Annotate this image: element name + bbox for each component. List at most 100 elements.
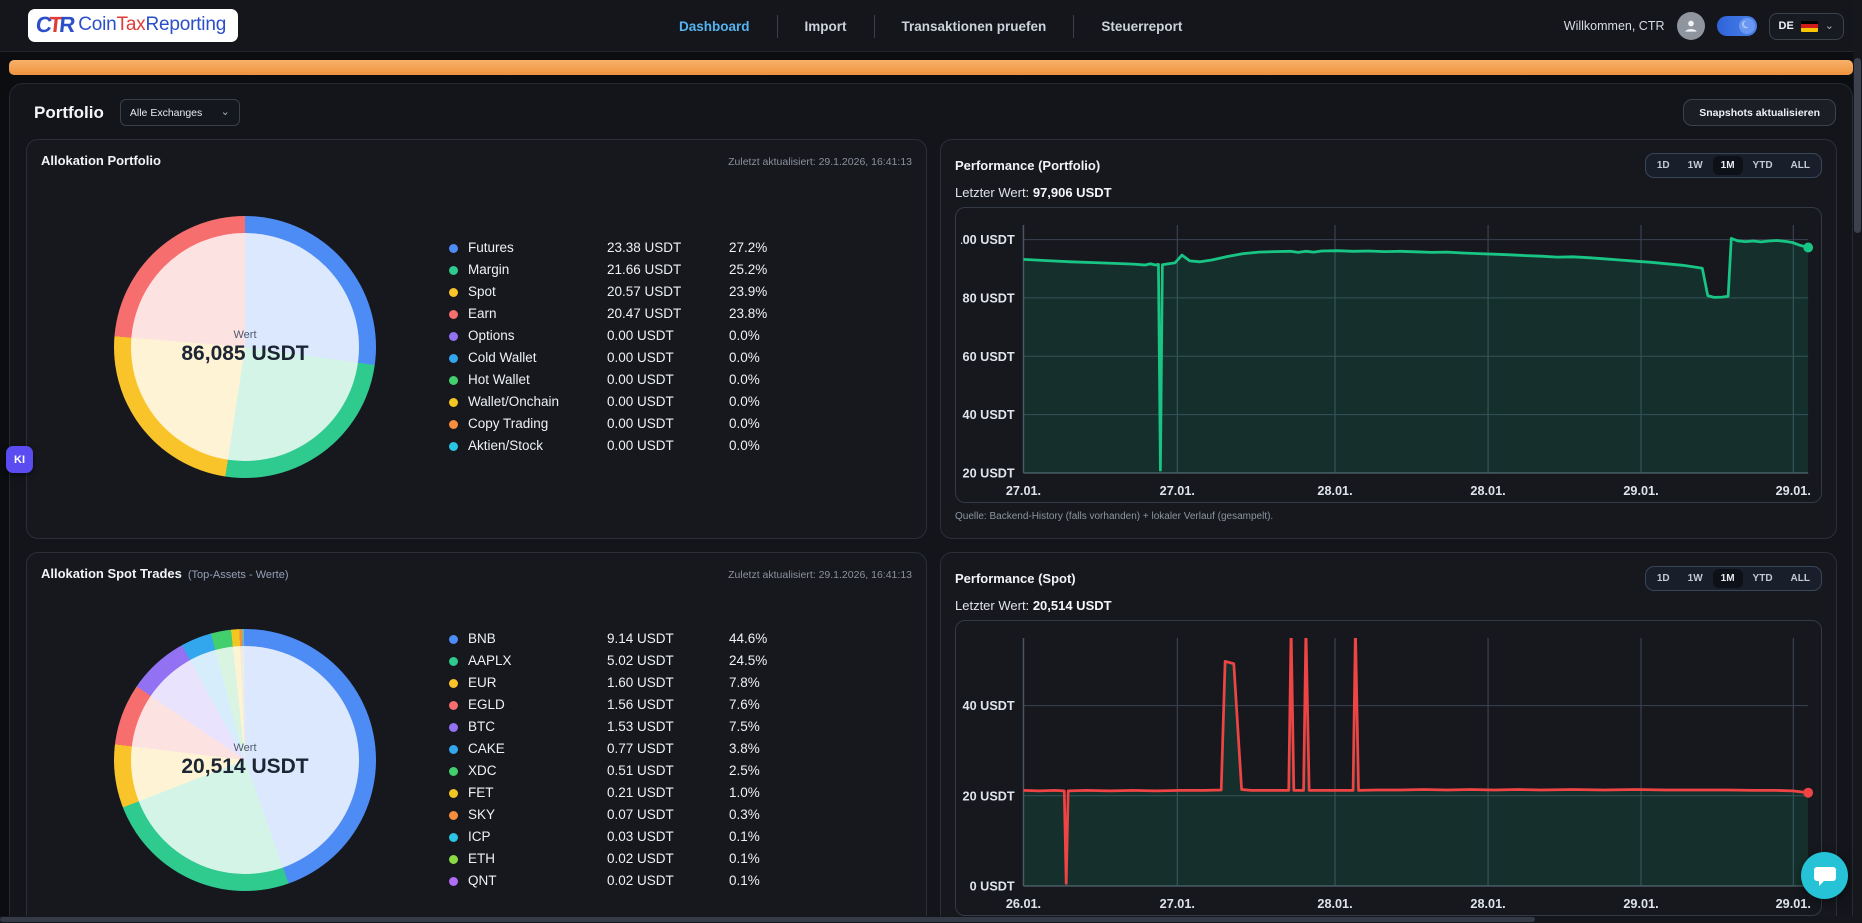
legend-color-dot — [449, 398, 458, 407]
legend-item-btc: BTC1.53 USDT7.5% — [449, 718, 807, 736]
svg-text:27.01.: 27.01. — [1160, 483, 1195, 498]
svg-text:0 USDT: 0 USDT — [970, 878, 1015, 893]
nav-item-transaktionen-pruefen[interactable]: Transaktionen pruefen — [874, 15, 1074, 38]
nav-item-dashboard[interactable]: Dashboard — [652, 15, 777, 38]
legend-percent: 0.0% — [729, 393, 807, 411]
svg-text:28.01.: 28.01. — [1470, 896, 1505, 911]
donut-center-value: 20,514 USDT — [181, 755, 308, 779]
legend-percent: 7.5% — [729, 718, 807, 736]
legend-item-earn: Earn20.47 USDT23.8% — [449, 305, 807, 323]
legend-color-dot — [449, 701, 458, 710]
chat-button[interactable] — [1801, 852, 1848, 899]
legend-item-aktien-stock: Aktien/Stock0.00 USDT0.0% — [449, 437, 807, 455]
legend-value: 23.38 USDT — [607, 239, 729, 257]
range-button-1m[interactable]: 1M — [1713, 156, 1743, 175]
nav-item-import[interactable]: Import — [777, 15, 874, 38]
card-subtitle: (Top-Assets - Werte) — [188, 569, 289, 581]
nav-item-steuerreport[interactable]: Steuerreport — [1073, 15, 1209, 38]
legend-item-bnb: BNB9.14 USDT44.6% — [449, 630, 807, 648]
legend-item-fet: FET0.21 USDT1.0% — [449, 784, 807, 802]
legend-label: EUR — [449, 674, 607, 692]
legend-value: 1.56 USDT — [607, 696, 729, 714]
app-logo[interactable]: CTR CoinTaxReporting — [28, 9, 238, 42]
legend-label: Options — [449, 327, 607, 345]
chevron-down-icon: ⌄ — [221, 107, 230, 118]
range-button-ytd[interactable]: YTD — [1745, 156, 1781, 175]
legend-percent: 0.1% — [729, 828, 807, 846]
range-button-all[interactable]: ALL — [1783, 569, 1818, 588]
legend-color-dot — [449, 635, 458, 644]
svg-text:100 USDT: 100 USDT — [961, 232, 1015, 247]
exchange-filter-value: Alle Exchanges — [130, 107, 202, 119]
legend-value: 0.00 USDT — [607, 415, 729, 433]
svg-text:27.01.: 27.01. — [1160, 896, 1195, 911]
dashboard-page: CTR CoinTaxReporting DashboardImportTran… — [0, 0, 1862, 923]
legend-percent: 0.0% — [729, 371, 807, 389]
legend-item-cold-wallet: Cold Wallet0.00 USDT0.0% — [449, 349, 807, 367]
legend-item-margin: Margin21.66 USDT25.2% — [449, 261, 807, 279]
legend-item-hot-wallet: Hot Wallet0.00 USDT0.0% — [449, 371, 807, 389]
svg-text:28.01.: 28.01. — [1317, 483, 1352, 498]
range-button-1d[interactable]: 1D — [1649, 569, 1678, 588]
legend-label: Earn — [449, 305, 607, 323]
legend-value: 0.00 USDT — [607, 393, 729, 411]
range-button-1m[interactable]: 1M — [1713, 569, 1743, 588]
legend-value: 0.02 USDT — [607, 850, 729, 868]
legend-label: SKY — [449, 806, 607, 824]
spot-chart-box: 0 USDT20 USDT40 USDT26.01.27.01.28.01.28… — [955, 620, 1822, 916]
theme-toggle[interactable]: ☾ — [1717, 16, 1757, 36]
last-value-line: Letzter Wert: 20,514 USDT — [955, 598, 1822, 613]
scrollbar-thumb[interactable] — [0, 917, 1535, 922]
legend-value: 0.77 USDT — [607, 740, 729, 758]
legend-label: Hot Wallet — [449, 371, 607, 389]
user-avatar[interactable] — [1677, 12, 1705, 40]
legend-color-dot — [449, 266, 458, 275]
last-value-line: Letzter Wert: 97,906 USDT — [955, 185, 1822, 200]
portfolio-performance-chart: 20 USDT40 USDT60 USDT80 USDT100 USDT27.0… — [961, 215, 1816, 501]
legend-label: ICP — [449, 828, 607, 846]
legend-color-dot — [449, 332, 458, 341]
legend-item-xdc: XDC0.51 USDT2.5% — [449, 762, 807, 780]
legend-label: Wallet/Onchain — [449, 393, 607, 411]
legend-item-sky: SKY0.07 USDT0.3% — [449, 806, 807, 824]
main-panel: Portfolio Alle Exchanges ⌄ Snapshots akt… — [9, 83, 1853, 923]
range-button-all[interactable]: ALL — [1783, 156, 1818, 175]
legend-color-dot — [449, 789, 458, 798]
range-button-1d[interactable]: 1D — [1649, 156, 1678, 175]
legend-value: 20.57 USDT — [607, 283, 729, 301]
legend-percent: 25.2% — [729, 261, 807, 279]
range-button-1w[interactable]: 1W — [1680, 569, 1711, 588]
spot-performance-chart: 0 USDT20 USDT40 USDT26.01.27.01.28.01.28… — [961, 628, 1816, 914]
range-button-1w[interactable]: 1W — [1680, 156, 1711, 175]
legend-color-dot — [449, 723, 458, 732]
legend-item-eth: ETH0.02 USDT0.1% — [449, 850, 807, 868]
horizontal-scrollbar[interactable] — [0, 916, 1853, 923]
vertical-scrollbar[interactable] — [1853, 0, 1862, 923]
snapshots-refresh-button[interactable]: Snapshots aktualisieren — [1683, 99, 1836, 126]
scrollbar-thumb[interactable] — [1854, 58, 1861, 233]
legend-percent: 2.5% — [729, 762, 807, 780]
performance-portfolio-card: Performance (Portfolio) 1D1W1MYTDALL Let… — [940, 139, 1837, 539]
exchange-filter-select[interactable]: Alle Exchanges ⌄ — [120, 99, 240, 126]
legend-percent: 3.8% — [729, 740, 807, 758]
legend-value: 1.60 USDT — [607, 674, 729, 692]
moon-icon: ☾ — [1740, 20, 1752, 33]
german-flag-icon — [1801, 21, 1818, 32]
allocation-portfolio-card: Allokation Portfolio Zuletzt aktualisier… — [26, 139, 927, 539]
last-value: 20,514 USDT — [1033, 598, 1112, 613]
ki-assistant-button[interactable]: KI — [6, 446, 33, 473]
legend-value: 9.14 USDT — [607, 630, 729, 648]
legend-value: 0.00 USDT — [607, 327, 729, 345]
legend-item-futures: Futures23.38 USDT27.2% — [449, 239, 807, 257]
svg-text:29.01.: 29.01. — [1623, 483, 1658, 498]
navbar-right: Willkommen, CTR ☾ DE ⌄ — [1564, 0, 1844, 52]
language-select[interactable]: DE ⌄ — [1769, 13, 1845, 40]
legend-item-options: Options0.00 USDT0.0% — [449, 327, 807, 345]
donut-center: Wert 20,514 USDT — [114, 629, 376, 891]
range-button-ytd[interactable]: YTD — [1745, 569, 1781, 588]
svg-text:28.01.: 28.01. — [1317, 896, 1352, 911]
legend-percent: 24.5% — [729, 652, 807, 670]
legend-label: Spot — [449, 283, 607, 301]
legend-item-spot: Spot20.57 USDT23.9% — [449, 283, 807, 301]
card-title: Allokation Spot Trades — [41, 566, 182, 581]
